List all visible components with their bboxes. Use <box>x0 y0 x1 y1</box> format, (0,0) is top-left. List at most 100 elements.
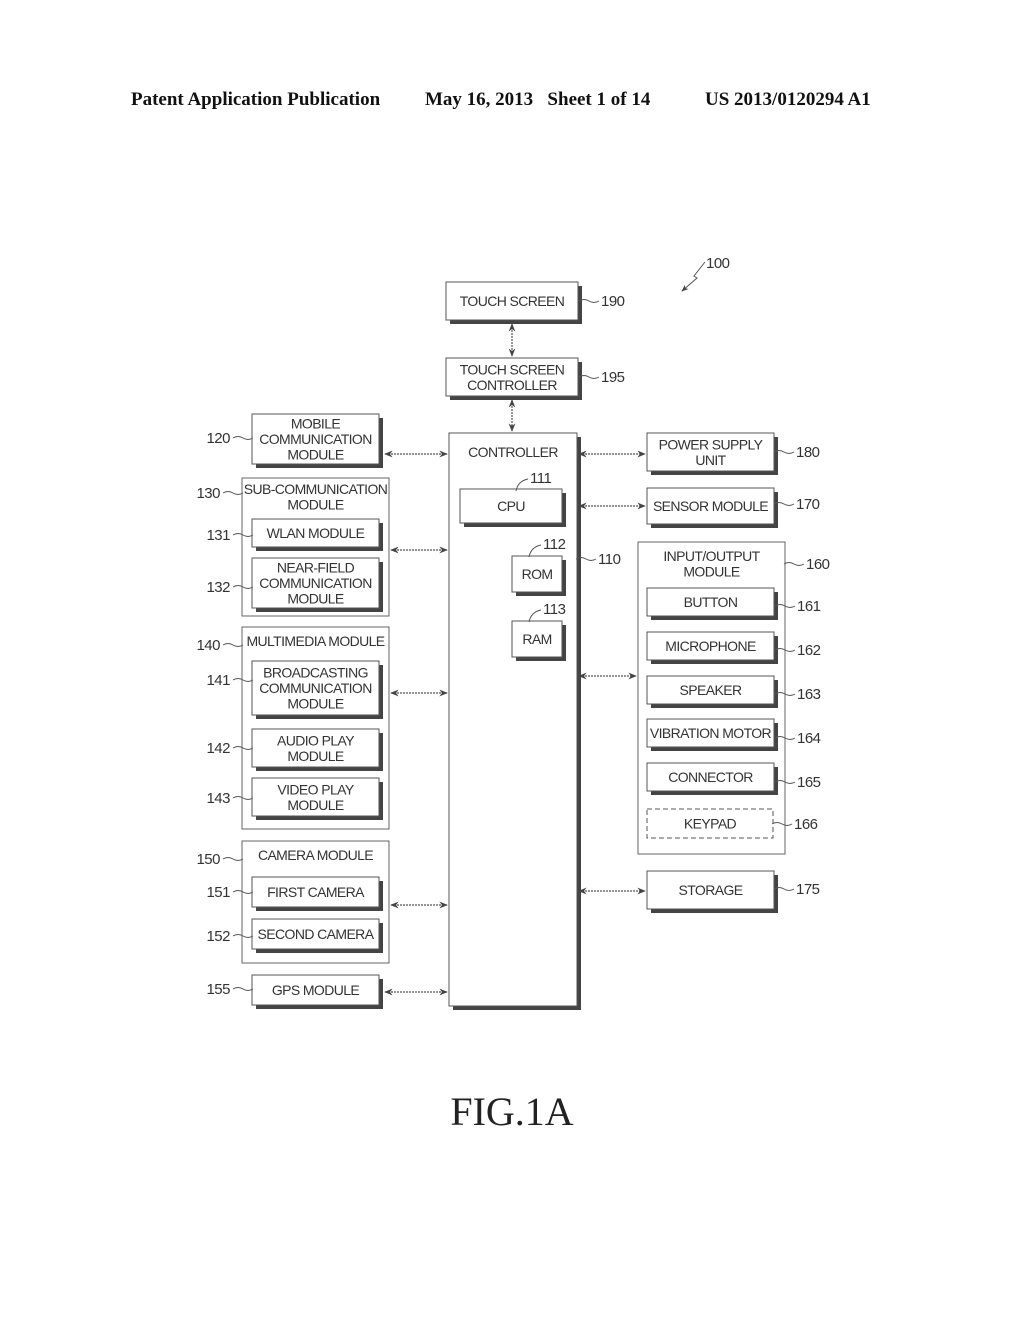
leader-line <box>232 987 254 991</box>
block-keypad: KEYPAD <box>646 808 774 839</box>
block-label: MOBILE <box>291 416 341 432</box>
ref-numeral: 113 <box>543 601 566 618</box>
ref-numeral: 195 <box>601 369 625 386</box>
leader-line <box>222 491 244 495</box>
block-label: CPU <box>497 498 525 514</box>
block-label: GPS MODULE <box>272 982 360 998</box>
ref-190: 190 <box>578 293 625 310</box>
ref-numeral: 164 <box>797 730 821 747</box>
block-touch-screen-controller: TOUCH SCREENCONTROLLER <box>445 357 582 400</box>
ref-numeral: 130 <box>196 485 220 502</box>
block-label: TOUCH SCREEN <box>460 293 565 309</box>
block-label: VIBRATION MOTOR <box>650 725 772 741</box>
block-label: MODULE <box>287 797 344 813</box>
leader-line <box>783 562 805 566</box>
block-mobile-comm: MOBILECOMMUNICATIONMODULE <box>251 413 383 468</box>
block-label: MODULE <box>287 748 344 764</box>
block-label: BUTTON <box>684 594 738 610</box>
block-cpu: CPU <box>459 488 566 527</box>
block-label: AUDIO PLAY <box>277 732 355 748</box>
block-label: SPEAKER <box>680 682 742 698</box>
block-label: MODULE <box>287 591 344 607</box>
ref-numeral: 155 <box>206 981 230 998</box>
block-label: RAM <box>522 631 551 647</box>
block-label: COMMUNICATION <box>259 575 372 591</box>
zigzag-arrow <box>681 261 706 292</box>
block-storage: STORAGE <box>646 870 778 913</box>
block-wlan: WLAN MODULE <box>251 518 383 551</box>
leader-line <box>222 643 244 647</box>
block-audio-play: AUDIO PLAYMODULE <box>251 728 383 771</box>
block-label: POWER SUPPLY <box>659 436 764 452</box>
block-label: SUB-COMMUNICATION <box>244 481 388 497</box>
block-rom: ROM <box>511 555 566 596</box>
ref-110: 110 <box>575 551 621 568</box>
ref-175: 175 <box>773 881 820 898</box>
ref-180: 180 <box>773 444 820 461</box>
block-second-camera: SECOND CAMERA <box>251 918 383 953</box>
block-label: COMMUNICATION <box>259 680 372 696</box>
ref-195: 195 <box>578 369 625 386</box>
ref-130: 130 <box>196 485 244 502</box>
ref-numeral: 162 <box>797 642 821 659</box>
block-power-supply: POWER SUPPLYUNIT <box>646 432 778 475</box>
ref-numeral: 112 <box>543 536 566 553</box>
block-label: MODULE <box>287 447 344 463</box>
block-label: FIRST CAMERA <box>267 884 365 900</box>
ref-numeral: 131 <box>206 527 230 544</box>
block-label: SENSOR MODULE <box>653 498 768 514</box>
block-touch-screen: TOUCH SCREEN <box>445 281 582 324</box>
ref-155: 155 <box>206 981 254 998</box>
block-label: MODULE <box>287 696 344 712</box>
block-gps: GPS MODULE <box>251 974 383 1009</box>
block-label: INPUT/OUTPUT <box>663 548 760 564</box>
block-label: ROM <box>522 566 553 582</box>
ref-numeral: 142 <box>206 740 230 757</box>
blocks: CONTROLLERSUB-COMMUNICATIONMODULEMULTIME… <box>241 281 786 1010</box>
block-button: BUTTON <box>646 587 778 620</box>
ref-150: 150 <box>196 851 244 868</box>
block-near-field: NEAR-FIELDCOMMUNICATIONMODULE <box>251 557 383 612</box>
block-label: UNIT <box>695 452 726 468</box>
ref-numeral: 110 <box>598 551 621 568</box>
ref-numeral: 170 <box>796 496 820 513</box>
block-label: MODULE <box>683 564 740 580</box>
block-label: VIDEO PLAY <box>277 781 354 797</box>
ref-numeral: 132 <box>206 579 230 596</box>
block-label: NEAR-FIELD <box>277 560 355 576</box>
ref-numeral: 100 <box>706 255 730 272</box>
figure-label: FIG.1A <box>450 1089 574 1134</box>
ref-170: 170 <box>773 496 820 513</box>
block-microphone: MICROPHONE <box>646 631 778 664</box>
block-label: MULTIMEDIA MODULE <box>246 633 384 649</box>
block-ram: RAM <box>511 620 566 661</box>
ref-numeral: 180 <box>796 444 820 461</box>
ref-numeral: 141 <box>206 672 230 689</box>
block-label: CAMERA MODULE <box>258 847 373 863</box>
block-label: MODULE <box>287 497 344 513</box>
ref-numeral: 160 <box>806 556 830 573</box>
ref-160: 160 <box>783 556 830 573</box>
block-speaker: SPEAKER <box>646 675 778 708</box>
ref-numeral: 143 <box>206 790 230 807</box>
block-label: COMMUNICATION <box>259 431 372 447</box>
block-video-play: VIDEO PLAYMODULE <box>251 777 383 820</box>
ref-numeral: 151 <box>206 884 230 901</box>
block-connector: CONNECTOR <box>646 762 778 795</box>
block-label: KEYPAD <box>684 816 737 832</box>
ref-numeral: 152 <box>206 928 230 945</box>
ref-numeral: 120 <box>206 430 230 447</box>
block-label: SECOND CAMERA <box>258 926 375 942</box>
block-broadcasting: BROADCASTINGCOMMUNICATIONMODULE <box>251 660 383 719</box>
block-label: CONNECTOR <box>668 769 753 785</box>
ref-120: 120 <box>206 430 254 447</box>
ref-numeral: 165 <box>797 774 821 791</box>
ref-numeral: 166 <box>794 816 818 833</box>
block-label: CONTROLLER <box>468 444 558 460</box>
ref-numeral: 150 <box>196 851 220 868</box>
leader-line <box>222 857 244 861</box>
block-label: BROADCASTING <box>263 665 368 681</box>
block-label: TOUCH SCREEN <box>460 361 565 377</box>
block-label: CONTROLLER <box>467 377 557 393</box>
block-first-camera: FIRST CAMERA <box>251 876 383 911</box>
